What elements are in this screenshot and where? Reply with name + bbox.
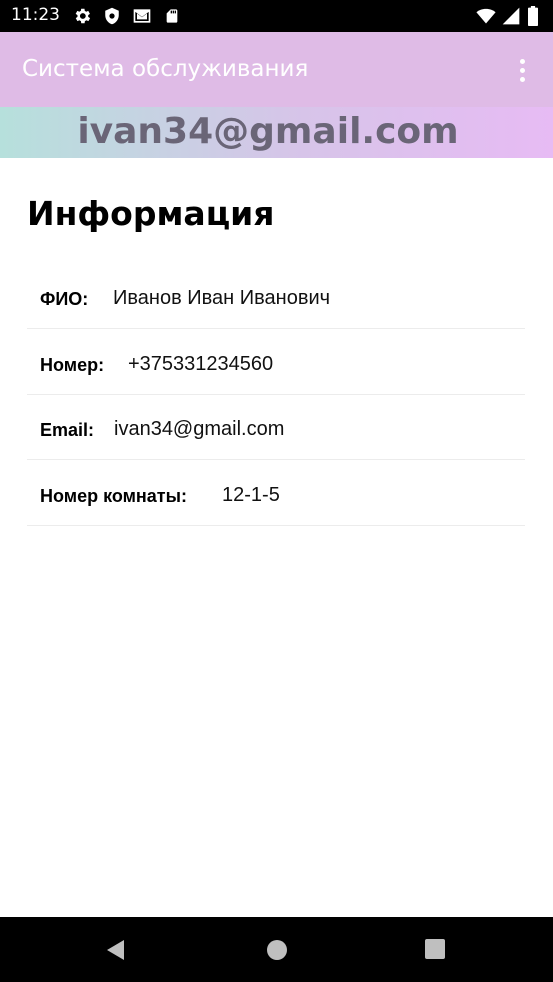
wifi-icon xyxy=(476,8,496,24)
more-vert-icon[interactable] xyxy=(511,57,535,85)
info-label: Email: xyxy=(40,420,95,440)
recents-icon[interactable] xyxy=(424,938,446,960)
gear-icon xyxy=(75,8,91,24)
info-value: +375331234560 xyxy=(128,353,274,375)
info-value: ivan34@gmail.com xyxy=(114,418,285,440)
battery-icon xyxy=(528,6,538,26)
info-value: 12-1-5 xyxy=(222,484,280,506)
shield-icon xyxy=(105,7,119,25)
home-icon[interactable] xyxy=(265,938,289,962)
status-icons-right xyxy=(475,6,545,26)
info-label: Номер комнаты: xyxy=(40,486,187,506)
info-row-email: Email: ivan34@gmail.com xyxy=(27,393,525,460)
banner-email: ivan34@gmail.com xyxy=(77,111,459,152)
status-bar: 11:23 xyxy=(0,0,553,32)
gmail-icon xyxy=(133,9,151,23)
info-label: ФИО: xyxy=(40,289,89,309)
app-bar: Система обслуживания xyxy=(0,32,553,107)
app-title: Система обслуживания xyxy=(22,56,309,82)
info-row-phone: Номер: +375331234560 xyxy=(27,328,525,395)
navigation-bar xyxy=(0,917,553,982)
info-label: Номер: xyxy=(40,355,105,375)
sd-card-icon xyxy=(166,9,178,23)
info-value: Иванов Иван Иванович xyxy=(113,287,331,309)
status-time: 11:23 xyxy=(11,5,60,25)
back-icon[interactable] xyxy=(104,938,128,962)
page-title: Информация xyxy=(27,194,275,233)
info-row-fio: ФИО: Иванов Иван Иванович xyxy=(27,262,525,329)
info-row-room: Номер комнаты: 12-1-5 xyxy=(27,459,525,526)
signal-icon xyxy=(502,7,520,25)
email-banner: ivan34@gmail.com xyxy=(0,107,553,158)
